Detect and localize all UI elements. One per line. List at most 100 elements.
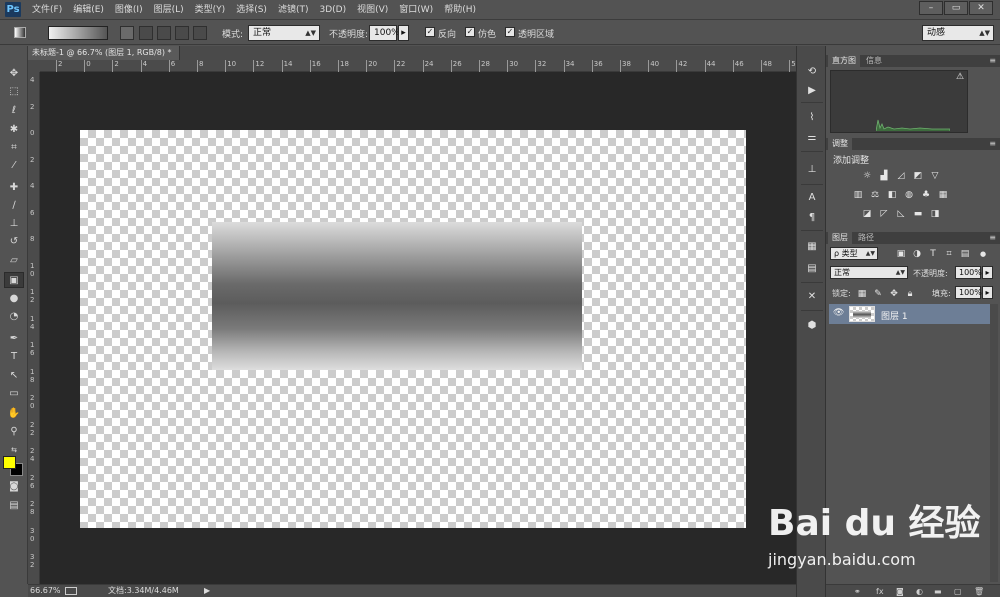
clone-stamp-tool-icon[interactable]: ⊥ — [4, 216, 24, 232]
layer-thumbnail[interactable] — [849, 306, 875, 322]
gradient-picker[interactable] — [48, 26, 108, 40]
layer-comps-icon[interactable]: ▦ — [804, 239, 820, 255]
brightness-contrast-icon[interactable]: ☼ — [861, 171, 873, 181]
lock-pixels-icon[interactable]: ✎ — [872, 289, 884, 299]
rectangle-tool-icon[interactable]: ▭ — [4, 386, 24, 402]
color-balance-icon[interactable]: ⚖ — [869, 190, 881, 200]
curves-icon[interactable]: ◿ — [895, 171, 907, 181]
notes-panel-icon[interactable]: ▤ — [804, 261, 820, 277]
dodge-tool-icon[interactable]: ◔ — [4, 309, 24, 325]
character-panel-icon[interactable]: A — [804, 190, 820, 206]
menu-type[interactable]: 类型(Y) — [195, 0, 232, 20]
3d-panel-icon[interactable]: ⬢ — [804, 318, 820, 334]
blur-tool-icon[interactable]: ● — [4, 291, 24, 307]
panel-menu-icon[interactable]: ≡ — [989, 56, 996, 65]
new-group-icon[interactable]: ▬ — [934, 585, 942, 597]
filter-adjustment-icon[interactable]: ◑ — [911, 249, 923, 259]
workspace-select[interactable]: 动感 ▲▼ — [922, 25, 994, 41]
move-tool-icon[interactable]: ✥ — [4, 66, 24, 82]
filter-pixel-icon[interactable]: ▣ — [895, 249, 907, 259]
marquee-tool-icon[interactable]: ⬚ — [4, 84, 24, 100]
panel-menu-icon[interactable]: ≡ — [989, 139, 996, 148]
opacity-input[interactable]: 100% — [369, 25, 400, 41]
gradient-map-icon[interactable]: ▬ — [912, 209, 924, 219]
screen-mode-icon[interactable]: ▤ — [4, 498, 24, 514]
gradient-tool-icon[interactable]: ▣ — [4, 272, 24, 288]
black-white-icon[interactable]: ◧ — [886, 190, 898, 200]
lock-transparent-icon[interactable]: ▦ — [856, 289, 868, 299]
linear-gradient-button[interactable] — [120, 26, 134, 40]
gradient-fill-selection[interactable] — [212, 222, 582, 370]
reverse-checkbox[interactable]: ✓ — [425, 27, 435, 37]
filter-smart-object-icon[interactable]: ▤ — [959, 249, 971, 259]
mode-select[interactable]: 正常 ▲▼ — [248, 25, 320, 41]
dither-checkbox[interactable]: ✓ — [465, 27, 475, 37]
paragraph-panel-icon[interactable]: ¶ — [804, 210, 820, 226]
panel-menu-icon[interactable]: ≡ — [989, 233, 996, 242]
color-lookup-icon[interactable]: ▦ — [937, 190, 949, 200]
restore-button[interactable]: ▭ — [944, 1, 968, 15]
status-menu-arrow-icon[interactable]: ▶ — [204, 585, 210, 597]
warning-icon[interactable]: ⚠ — [956, 72, 964, 82]
healing-brush-tool-icon[interactable]: ✚ — [4, 180, 24, 196]
tab-histogram[interactable]: 直方图 — [828, 55, 860, 67]
fill-input[interactable]: 100% — [955, 286, 982, 299]
new-adjustment-icon[interactable]: ◐ — [916, 585, 923, 597]
tab-layers[interactable]: 图层 — [828, 232, 852, 244]
layer-opacity-dropdown[interactable]: ▸ — [982, 266, 993, 279]
pen-tool-icon[interactable]: ✒ — [4, 331, 24, 347]
delete-layer-icon[interactable]: 🗑︎ — [974, 585, 984, 597]
threshold-icon[interactable]: ◺ — [895, 209, 907, 219]
gradient-tool-preset-icon[interactable] — [14, 27, 26, 38]
layer-name[interactable]: 图层 1 — [881, 309, 908, 322]
menu-3d[interactable]: 3D(D) — [319, 0, 352, 20]
history-brush-tool-icon[interactable]: ↺ — [4, 234, 24, 250]
quick-mask-icon[interactable]: ◙ — [4, 479, 24, 495]
crop-tool-icon[interactable]: ⌗ — [4, 140, 24, 156]
transparency-checkbox[interactable]: ✓ — [505, 27, 515, 37]
eraser-tool-icon[interactable]: ▱ — [4, 253, 24, 269]
selective-color-icon[interactable]: ◨ — [929, 209, 941, 219]
menu-filter[interactable]: 滤镜(T) — [278, 0, 315, 20]
document-tab[interactable]: 未标题-1 @ 66.7% (图层 1, RGB/8) * — [28, 46, 180, 60]
layer-opacity-input[interactable]: 100% — [955, 266, 982, 279]
filter-type-icon[interactable]: T — [927, 249, 939, 259]
share-icon[interactable] — [65, 587, 77, 595]
photo-filter-icon[interactable]: ◍ — [903, 190, 915, 200]
menu-edit[interactable]: 编辑(E) — [73, 0, 110, 20]
layers-scrollbar[interactable] — [990, 304, 998, 582]
filter-toggle-icon[interactable]: ● — [977, 249, 989, 259]
brush-panel-icon[interactable]: ⌇ — [804, 110, 820, 126]
reflected-gradient-button[interactable] — [175, 26, 189, 40]
actions-panel-icon[interactable]: ▶ — [804, 83, 820, 99]
foreground-color-swatch[interactable] — [3, 456, 16, 469]
opacity-dropdown-button[interactable]: ▸ — [398, 25, 409, 41]
menu-image[interactable]: 图像(I) — [115, 0, 149, 20]
menu-view[interactable]: 视图(V) — [357, 0, 394, 20]
menu-select[interactable]: 选择(S) — [236, 0, 273, 20]
invert-icon[interactable]: ◪ — [861, 209, 873, 219]
channel-mixer-icon[interactable]: ♣ — [920, 190, 932, 200]
lasso-tool-icon[interactable]: ℓ — [4, 103, 24, 119]
lock-position-icon[interactable]: ✥ — [888, 289, 900, 299]
diamond-gradient-button[interactable] — [193, 26, 207, 40]
type-tool-icon[interactable]: T — [4, 349, 24, 365]
hand-tool-icon[interactable]: ✋ — [4, 406, 24, 422]
menu-layer[interactable]: 图层(L) — [154, 0, 190, 20]
fill-dropdown[interactable]: ▸ — [982, 286, 993, 299]
menu-help[interactable]: 帮助(H) — [444, 0, 482, 20]
tab-paths[interactable]: 路径 — [854, 232, 878, 244]
quick-select-tool-icon[interactable]: ✱ — [4, 122, 24, 138]
add-mask-icon[interactable]: ◙ — [896, 585, 904, 597]
tool-presets-icon[interactable]: ✕ — [804, 289, 820, 305]
vibrance-icon[interactable]: ▽ — [929, 171, 941, 181]
visibility-eye-icon[interactable]: 👁︎ — [833, 308, 844, 318]
eyedropper-tool-icon[interactable]: ⁄ — [4, 158, 24, 174]
link-layers-icon[interactable]: ⚭ — [854, 585, 861, 597]
hue-saturation-icon[interactable]: ▥ — [852, 190, 864, 200]
layer-style-icon[interactable]: fx — [876, 585, 884, 597]
layer-kind-filter[interactable]: ρ 类型 ▲▼ — [830, 247, 878, 260]
tab-adjustments[interactable]: 调整 — [828, 138, 852, 150]
radial-gradient-button[interactable] — [139, 26, 153, 40]
brush-tool-icon[interactable]: ∕ — [4, 198, 24, 214]
